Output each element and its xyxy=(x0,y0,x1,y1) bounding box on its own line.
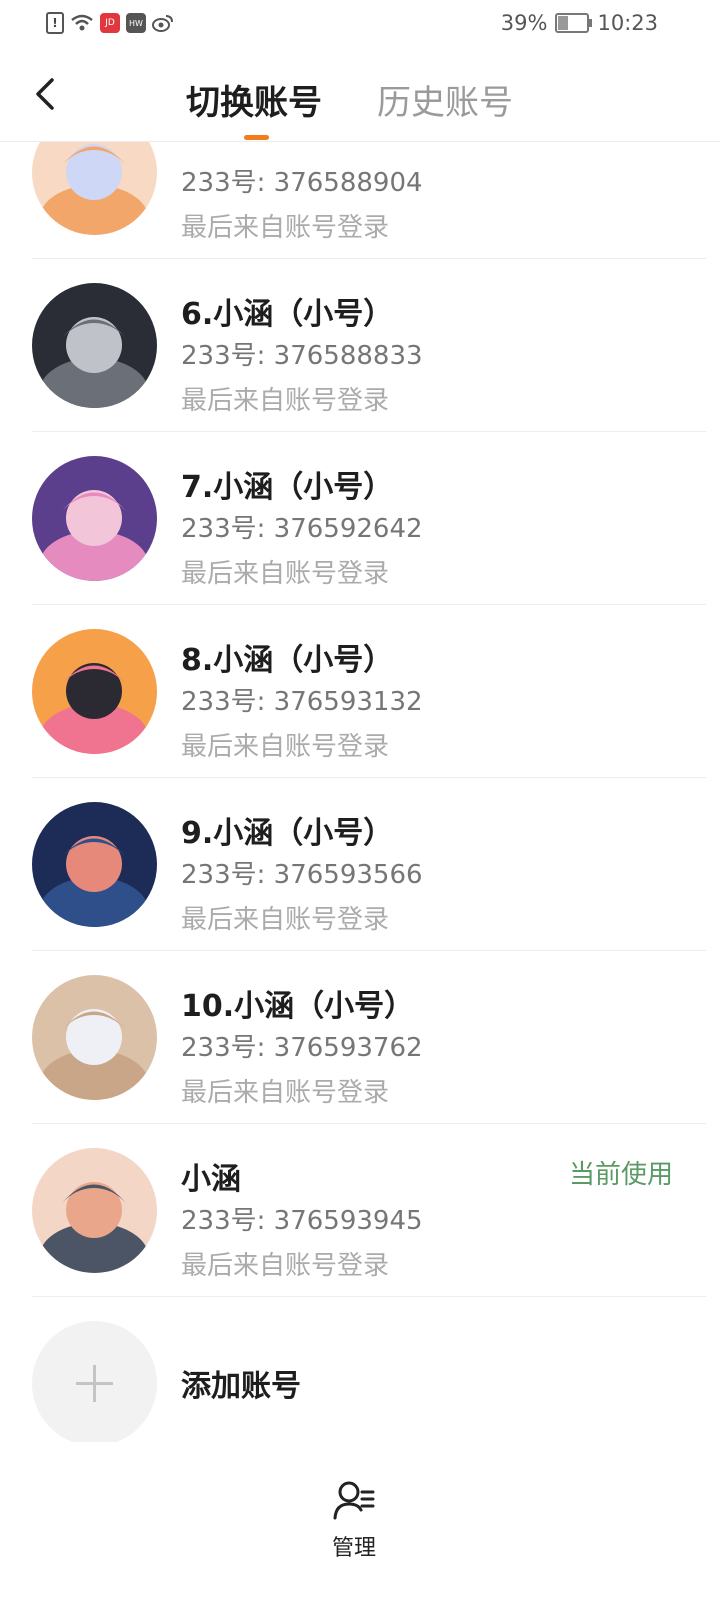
account-id: 233号: 376593566 xyxy=(181,860,423,890)
account-name: 7.小涵（小号） xyxy=(181,470,394,505)
account-name: 10.小涵（小号） xyxy=(181,989,415,1024)
tab-history-account[interactable]: 历史账号 xyxy=(377,75,513,124)
account-id: 233号: 376593762 xyxy=(181,1033,423,1063)
account-row[interactable]: 9.小涵（小号） 233号: 376593566 最后来自账号登录 xyxy=(0,778,720,951)
account-row[interactable]: 10.小涵（小号） 233号: 376593762 最后来自账号登录 xyxy=(0,951,720,1124)
account-name: 小涵 xyxy=(181,1162,241,1197)
battery-icon xyxy=(555,13,593,33)
avatar xyxy=(32,802,157,927)
account-id: 233号: 376593945 xyxy=(181,1206,423,1236)
avatar xyxy=(32,283,157,408)
avatar xyxy=(32,1148,157,1273)
account-name: 8.小涵（小号） xyxy=(181,643,394,678)
account-row[interactable]: 7.小涵（小号） 233号: 376592642 最后来自账号登录 xyxy=(0,432,720,605)
account-row[interactable]: 6.小涵（小号） 233号: 376588833 最后来自账号登录 xyxy=(0,259,720,432)
account-login-source: 最后来自账号登录 xyxy=(181,559,390,589)
bottom-bar: 管理 xyxy=(0,1470,720,1600)
wifi-icon xyxy=(71,14,93,31)
battery-percent: 39% xyxy=(500,11,548,35)
notification-icons: ! JD HW xyxy=(46,12,174,34)
account-login-source: 最后来自账号登录 xyxy=(181,732,390,762)
manage-label: 管理 xyxy=(331,1536,376,1561)
add-account-row[interactable]: 添加账号 xyxy=(0,1297,720,1442)
manage-button[interactable]: 管理 xyxy=(318,1478,390,1578)
app-icon-huawei: HW xyxy=(126,13,146,33)
avatar xyxy=(32,629,157,754)
account-login-source: 最后来自账号登录 xyxy=(181,386,390,416)
weibo-icon xyxy=(152,15,173,32)
app-icon-jd: JD xyxy=(100,13,120,33)
alert-icon: ! xyxy=(46,12,64,34)
account-row[interactable]: 小涵 233号: 376593945 最后来自账号登录 当前使用 xyxy=(0,1124,720,1297)
account-row[interactable]: 8.小涵（小号） 233号: 376593132 最后来自账号登录 xyxy=(0,605,720,778)
avatar xyxy=(32,456,157,581)
account-list[interactable]: 233号: 376588904 最后来自账号登录 6.小涵（小号） 233号: … xyxy=(0,142,720,1442)
user-list-icon xyxy=(333,1481,375,1520)
clock: 10:23 xyxy=(597,11,658,35)
add-account-label: 添加账号 xyxy=(181,1369,301,1404)
add-account-button[interactable] xyxy=(32,1321,157,1442)
account-row[interactable]: 233号: 376588904 最后来自账号登录 xyxy=(0,142,720,259)
account-login-source: 最后来自账号登录 xyxy=(181,213,390,243)
account-id: 233号: 376592642 xyxy=(181,514,423,544)
account-id: 233号: 376588833 xyxy=(181,341,423,371)
account-name: 9.小涵（小号） xyxy=(181,816,394,851)
avatar xyxy=(32,142,157,235)
account-id: 233号: 376593132 xyxy=(181,687,423,717)
back-icon[interactable] xyxy=(28,74,64,114)
status-bar: ! JD HW 39% 10:23 xyxy=(0,0,720,48)
account-id: 233号: 376588904 xyxy=(181,168,423,198)
current-badge: 当前使用 xyxy=(568,1160,673,1190)
account-name: 6.小涵（小号） xyxy=(181,297,394,332)
account-login-source: 最后来自账号登录 xyxy=(181,1078,390,1108)
tab-indicator xyxy=(244,135,269,140)
account-login-source: 最后来自账号登录 xyxy=(181,1251,390,1281)
account-login-source: 最后来自账号登录 xyxy=(181,905,390,935)
header: 切换账号 历史账号 xyxy=(0,48,720,142)
avatar xyxy=(32,975,157,1100)
plus-icon xyxy=(76,1365,113,1402)
tab-switch-account[interactable]: 切换账号 xyxy=(186,75,322,124)
